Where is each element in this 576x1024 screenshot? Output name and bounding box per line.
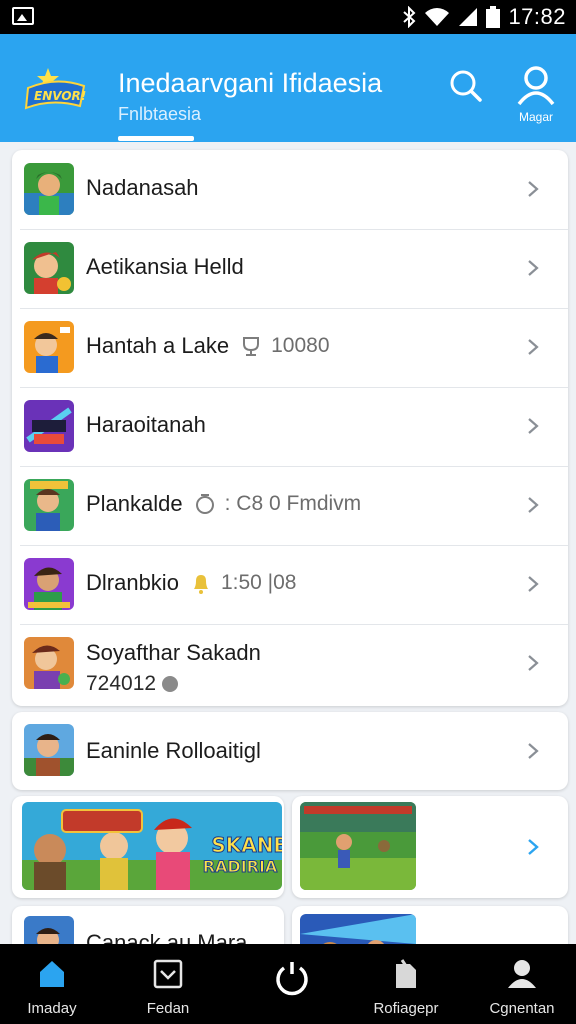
chevron-right-icon <box>528 181 539 197</box>
inbox-icon <box>153 959 183 989</box>
bluetooth-icon <box>403 6 416 28</box>
game-thumbnail <box>24 163 74 215</box>
profile-button[interactable]: Magar <box>508 62 564 128</box>
promo-card[interactable] <box>292 796 568 898</box>
item-meta: 10080 <box>271 334 330 357</box>
wifi-icon <box>425 8 450 26</box>
person-icon <box>508 960 536 988</box>
item-title: Hantah a Lake <box>86 333 230 358</box>
app-header: ENVOR! Inedaarvgani Ifidaesia Fnlbtaesia… <box>0 34 576 142</box>
chevron-right-icon <box>528 655 539 671</box>
list-item[interactable]: Dlranbkio 1:50 |08 <box>12 545 568 623</box>
list-item[interactable]: Soyafthar Sakadn 724012 <box>12 624 568 702</box>
search-icon <box>450 70 482 102</box>
nav-profile[interactable]: Cgnentan <box>472 954 572 1020</box>
battery-icon <box>486 6 501 28</box>
profile-label: Magar <box>518 110 553 124</box>
list-item[interactable]: Hantah a Lake 10080 <box>12 308 568 386</box>
game-thumbnail <box>24 479 74 531</box>
nav-power[interactable] <box>238 954 338 1020</box>
chevron-right-icon <box>528 260 539 276</box>
item-title: Nadanasah <box>86 175 199 200</box>
page-title: Inedaarvgani Ifidaesia <box>118 68 383 98</box>
nav-label: Cgnentan <box>489 1000 555 1017</box>
clipboard-icon <box>396 959 416 988</box>
promo-badge-line1: SKANB <box>211 833 282 857</box>
item-title: Dlranbkio <box>86 570 179 595</box>
chevron-right-icon <box>528 339 539 355</box>
list-item[interactable]: Aetikansia Helld <box>12 229 568 307</box>
nav-inbox[interactable]: Fedan <box>118 954 218 1020</box>
list-item[interactable]: Nadanasah <box>12 150 568 228</box>
chevron-right-icon <box>528 576 539 592</box>
promo-image <box>300 802 416 890</box>
promo-banner[interactable]: SKANB RADIRIA <box>12 796 284 898</box>
app-logo[interactable]: ENVOR! <box>22 66 88 112</box>
promo-badge-line2: RADIRIA <box>203 857 278 876</box>
list-item[interactable]: Haraoitanah <box>12 387 568 465</box>
item-title: Eaninle Rolloaitigl <box>86 738 261 763</box>
chevron-right-icon <box>528 839 539 855</box>
nav-label: Imaday <box>27 1000 77 1017</box>
home-icon <box>40 961 64 987</box>
promo-image: SKANB RADIRIA <box>22 802 282 890</box>
clock-icon <box>195 494 214 514</box>
logo-text: ENVOR! <box>34 89 86 103</box>
chevron-right-icon <box>528 743 539 759</box>
game-list: Nadanasah Aetikansia Helld Hantah a Lake… <box>12 150 568 706</box>
status-icons: 17:82 <box>402 4 566 30</box>
tab-subtitle[interactable]: Fnlbtaesia <box>118 104 201 125</box>
item-title: Plankalde <box>86 491 183 516</box>
nav-label: Rofiagepr <box>373 1000 439 1017</box>
bell-icon <box>193 575 208 594</box>
game-thumbnail <box>24 558 74 610</box>
nav-clipboard[interactable]: Rofiagepr <box>356 954 456 1020</box>
game-thumbnail <box>24 400 74 452</box>
item-meta: 1:50 |08 <box>220 571 297 594</box>
nav-home[interactable]: Imaday <box>2 954 102 1020</box>
bottom-nav: Imaday Fedan Rofiagepr Cgnentan <box>0 944 576 1024</box>
search-button[interactable] <box>446 66 486 106</box>
gallery-icon <box>12 7 34 25</box>
game-thumbnail <box>24 724 74 776</box>
featured-item[interactable]: Eaninle Rolloaitigl <box>12 712 568 790</box>
trophy-icon <box>243 337 260 356</box>
chevron-right-icon <box>528 418 539 434</box>
user-icon <box>517 66 555 106</box>
info-icon <box>162 676 179 692</box>
status-bar: 17:82 <box>0 0 576 34</box>
game-thumbnail <box>24 242 74 294</box>
chevron-right-icon <box>528 497 539 513</box>
status-time: 17:82 <box>508 4 566 29</box>
nav-label: Fedan <box>146 1000 190 1017</box>
tab-indicator <box>118 136 194 141</box>
signal-icon <box>459 8 478 26</box>
power-icon <box>276 962 308 996</box>
item-title: Soyafthar Sakadn <box>86 640 261 665</box>
game-thumbnail <box>24 321 74 373</box>
item-title: Haraoitanah <box>86 412 206 437</box>
list-item[interactable]: Plankalde : C8 0 Fmdivm <box>12 466 568 544</box>
item-subtitle: 724012 <box>86 672 157 695</box>
item-title: Aetikansia Helld <box>86 254 244 279</box>
game-thumbnail <box>24 637 74 689</box>
item-meta: : C8 0 Fmdivm <box>224 492 362 515</box>
